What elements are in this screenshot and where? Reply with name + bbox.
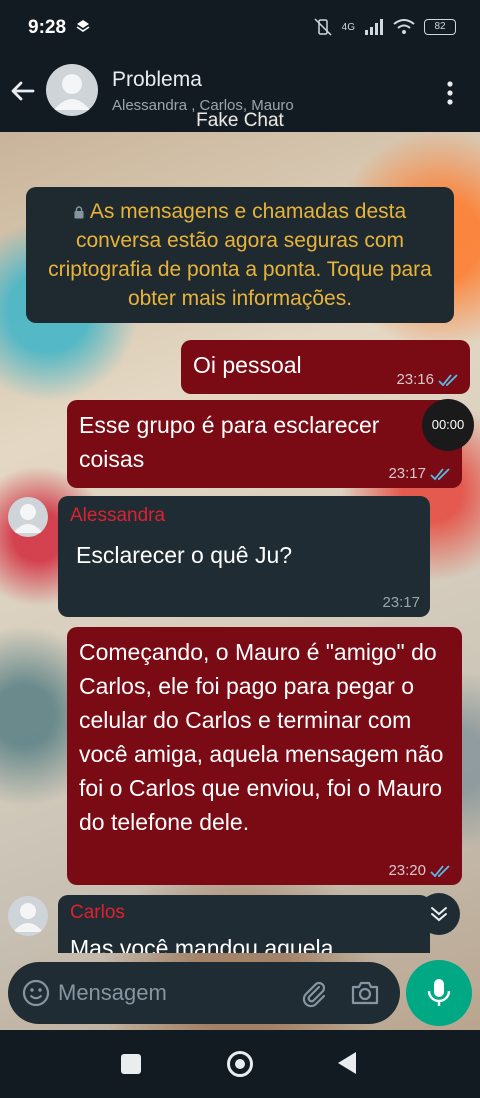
- wifi-icon: [393, 19, 415, 34]
- mic-icon: [427, 979, 451, 1006]
- status-bar: 9:28 4G 82: [0, 0, 480, 56]
- timer-overlay[interactable]: 00:00: [422, 399, 474, 451]
- message-text: Mas você mandou aquela: [70, 935, 334, 953]
- mic-button[interactable]: [406, 960, 472, 1026]
- avatar-icon: [13, 504, 43, 533]
- message-time: 23:16: [396, 371, 434, 388]
- paperclip-icon[interactable]: [298, 978, 328, 1008]
- network-type: 4G: [341, 21, 355, 33]
- status-time: 9:28: [28, 17, 67, 38]
- message-text: Esclarecer o quê Ju?: [76, 542, 293, 568]
- vibrate-mute-icon: [314, 18, 332, 36]
- sender-avatar[interactable]: [8, 896, 48, 936]
- avatar-icon: [13, 903, 43, 932]
- sender-avatar[interactable]: [8, 497, 48, 537]
- chevron-down-icon: [431, 907, 447, 922]
- nav-back-button[interactable]: [338, 1052, 356, 1074]
- message-bubble-outgoing[interactable]: Esse grupo é para esclarecer coisas 23:1…: [67, 400, 462, 488]
- group-title[interactable]: Problema: [112, 68, 202, 92]
- menu-dots-icon[interactable]: [440, 78, 460, 108]
- message-time: 23:17: [388, 465, 426, 482]
- sender-name[interactable]: Alessandra: [70, 504, 418, 528]
- message-bubble-outgoing[interactable]: Oi pessoal 23:16: [181, 340, 470, 394]
- message-text: Começando, o Mauro é "amigo" do Carlos, …: [79, 639, 444, 835]
- signal-icon: [365, 19, 383, 35]
- camera-icon[interactable]: [350, 978, 380, 1008]
- emoji-icon[interactable]: [22, 979, 50, 1007]
- message-time: 23:20: [388, 862, 426, 879]
- recent-apps-button[interactable]: [121, 1054, 141, 1074]
- message-bubble-incoming[interactable]: Alessandra Esclarecer o quê Ju? 23:17: [58, 496, 430, 617]
- message-input[interactable]: [58, 975, 288, 1011]
- layers-icon: [76, 20, 90, 32]
- back-arrow-icon[interactable]: [8, 76, 38, 106]
- sender-name[interactable]: Carlos: [70, 901, 418, 925]
- home-button[interactable]: [227, 1051, 253, 1077]
- system-nav-bar: [0, 1030, 480, 1098]
- message-text: Esse grupo é para esclarecer coisas: [79, 412, 380, 472]
- watermark: Fake Chat: [196, 110, 284, 131]
- double-check-icon: [430, 468, 450, 481]
- encryption-notice[interactable]: As mensagens e chamadas desta conversa e…: [26, 187, 454, 323]
- double-check-icon: [430, 865, 450, 878]
- message-bubble-outgoing[interactable]: Começando, o Mauro é "amigo" do Carlos, …: [67, 627, 462, 885]
- double-check-icon: [438, 374, 458, 387]
- battery-indicator: 82: [424, 19, 456, 35]
- encryption-text: As mensagens e chamadas desta conversa e…: [48, 200, 432, 310]
- group-avatar[interactable]: [46, 64, 98, 116]
- message-input-bar: [8, 962, 400, 1024]
- message-time: 23:17: [382, 594, 420, 611]
- avatar-icon: [54, 74, 90, 110]
- scroll-down-button[interactable]: [418, 893, 460, 935]
- lock-icon: [74, 206, 84, 219]
- message-bubble-incoming[interactable]: Carlos Mas você mandou aquela: [58, 895, 430, 953]
